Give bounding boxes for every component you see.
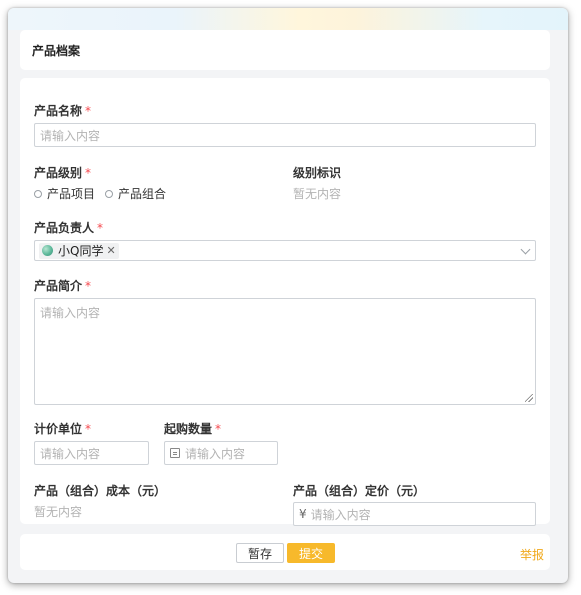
product-name-placeholder: 请输入内容 <box>40 128 101 143</box>
required-mark: * <box>97 221 104 235</box>
intro-label-text: 产品简介 <box>34 279 83 293</box>
resize-handle-icon[interactable] <box>525 394 533 402</box>
product-name-label-text: 产品名称 <box>34 104 83 118</box>
intro-label: 产品简介 * <box>34 277 91 294</box>
required-mark: * <box>85 104 92 118</box>
header-card: 产品档案 <box>20 30 550 70</box>
radio-option-label: 产品组合 <box>118 187 167 201</box>
product-level-label: 产品级别 * <box>34 164 91 181</box>
close-icon[interactable]: ✕ <box>106 244 115 257</box>
unit-label: 计价单位 * <box>34 420 91 437</box>
owner-label-text: 产品负责人 <box>34 221 95 235</box>
chevron-down-icon[interactable] <box>520 244 531 255</box>
unit-input[interactable]: 请输入内容 <box>34 441 149 465</box>
top-gradient <box>8 8 568 30</box>
footer-card: 暂存 提交 举报 <box>20 534 550 570</box>
owner-label: 产品负责人 * <box>34 219 103 236</box>
required-mark: * <box>85 166 92 180</box>
price-placeholder: 请输入内容 <box>310 507 371 522</box>
unit-placeholder: 请输入内容 <box>40 446 101 461</box>
radio-circle-icon[interactable] <box>34 189 42 198</box>
unit-label-text: 计价单位 <box>34 422 83 436</box>
owner-tag-label: 小Q同学 <box>58 244 104 258</box>
owner-tag: 小Q同学 ✕ <box>39 242 119 259</box>
page-title: 产品档案 <box>32 44 81 58</box>
radio-option-project[interactable]: 产品项目 <box>34 185 95 202</box>
radio-circle-icon[interactable] <box>105 189 114 198</box>
avatar-icon <box>42 245 53 256</box>
level-tag-value: 暂无内容 <box>293 187 342 201</box>
form-card: 产品名称 * 请输入内容 产品级别 * 产品项目 产品组合 级别标识 暂无内容 产品… <box>20 78 550 526</box>
cost-value: 暂无内容 <box>34 505 83 519</box>
min-qty-label-text: 起购数量 <box>164 422 213 436</box>
required-mark: * <box>85 279 92 293</box>
radio-option-label: 产品项目 <box>47 187 96 201</box>
radio-option-combo[interactable]: 产品组合 <box>105 185 166 202</box>
price-label: 产品（组合）定价（元） <box>293 484 426 498</box>
report-link[interactable]: 举报 <box>520 546 544 563</box>
intro-placeholder: 请输入内容 <box>40 306 101 320</box>
cost-label: 产品（组合）成本（元） <box>34 484 167 498</box>
intro-textarea[interactable]: 请输入内容 <box>34 298 536 405</box>
product-level-radio-group: 产品项目 产品组合 <box>34 185 176 202</box>
min-qty-placeholder: 请输入内容 <box>185 446 246 461</box>
currency-prefix: ¥ <box>299 507 307 521</box>
min-qty-input[interactable]: 请输入内容 <box>164 441 278 465</box>
number-input-icon <box>170 448 180 458</box>
price-input[interactable]: ¥ 请输入内容 <box>293 502 536 526</box>
submit-button[interactable]: 提交 <box>287 543 335 563</box>
product-name-input[interactable]: 请输入内容 <box>34 123 536 147</box>
form-window: 产品档案 产品名称 * 请输入内容 产品级别 * 产品项目 产品组合 级别标识 暂无… <box>8 8 568 583</box>
required-mark: * <box>215 422 222 436</box>
product-level-label-text: 产品级别 <box>34 166 83 180</box>
level-tag-label: 级别标识 <box>293 166 342 180</box>
owner-select[interactable]: 小Q同学 ✕ <box>34 240 536 261</box>
product-name-label: 产品名称 * <box>34 102 91 119</box>
save-draft-button[interactable]: 暂存 <box>236 543 284 563</box>
required-mark: * <box>85 422 92 436</box>
min-qty-label: 起购数量 * <box>164 420 221 437</box>
